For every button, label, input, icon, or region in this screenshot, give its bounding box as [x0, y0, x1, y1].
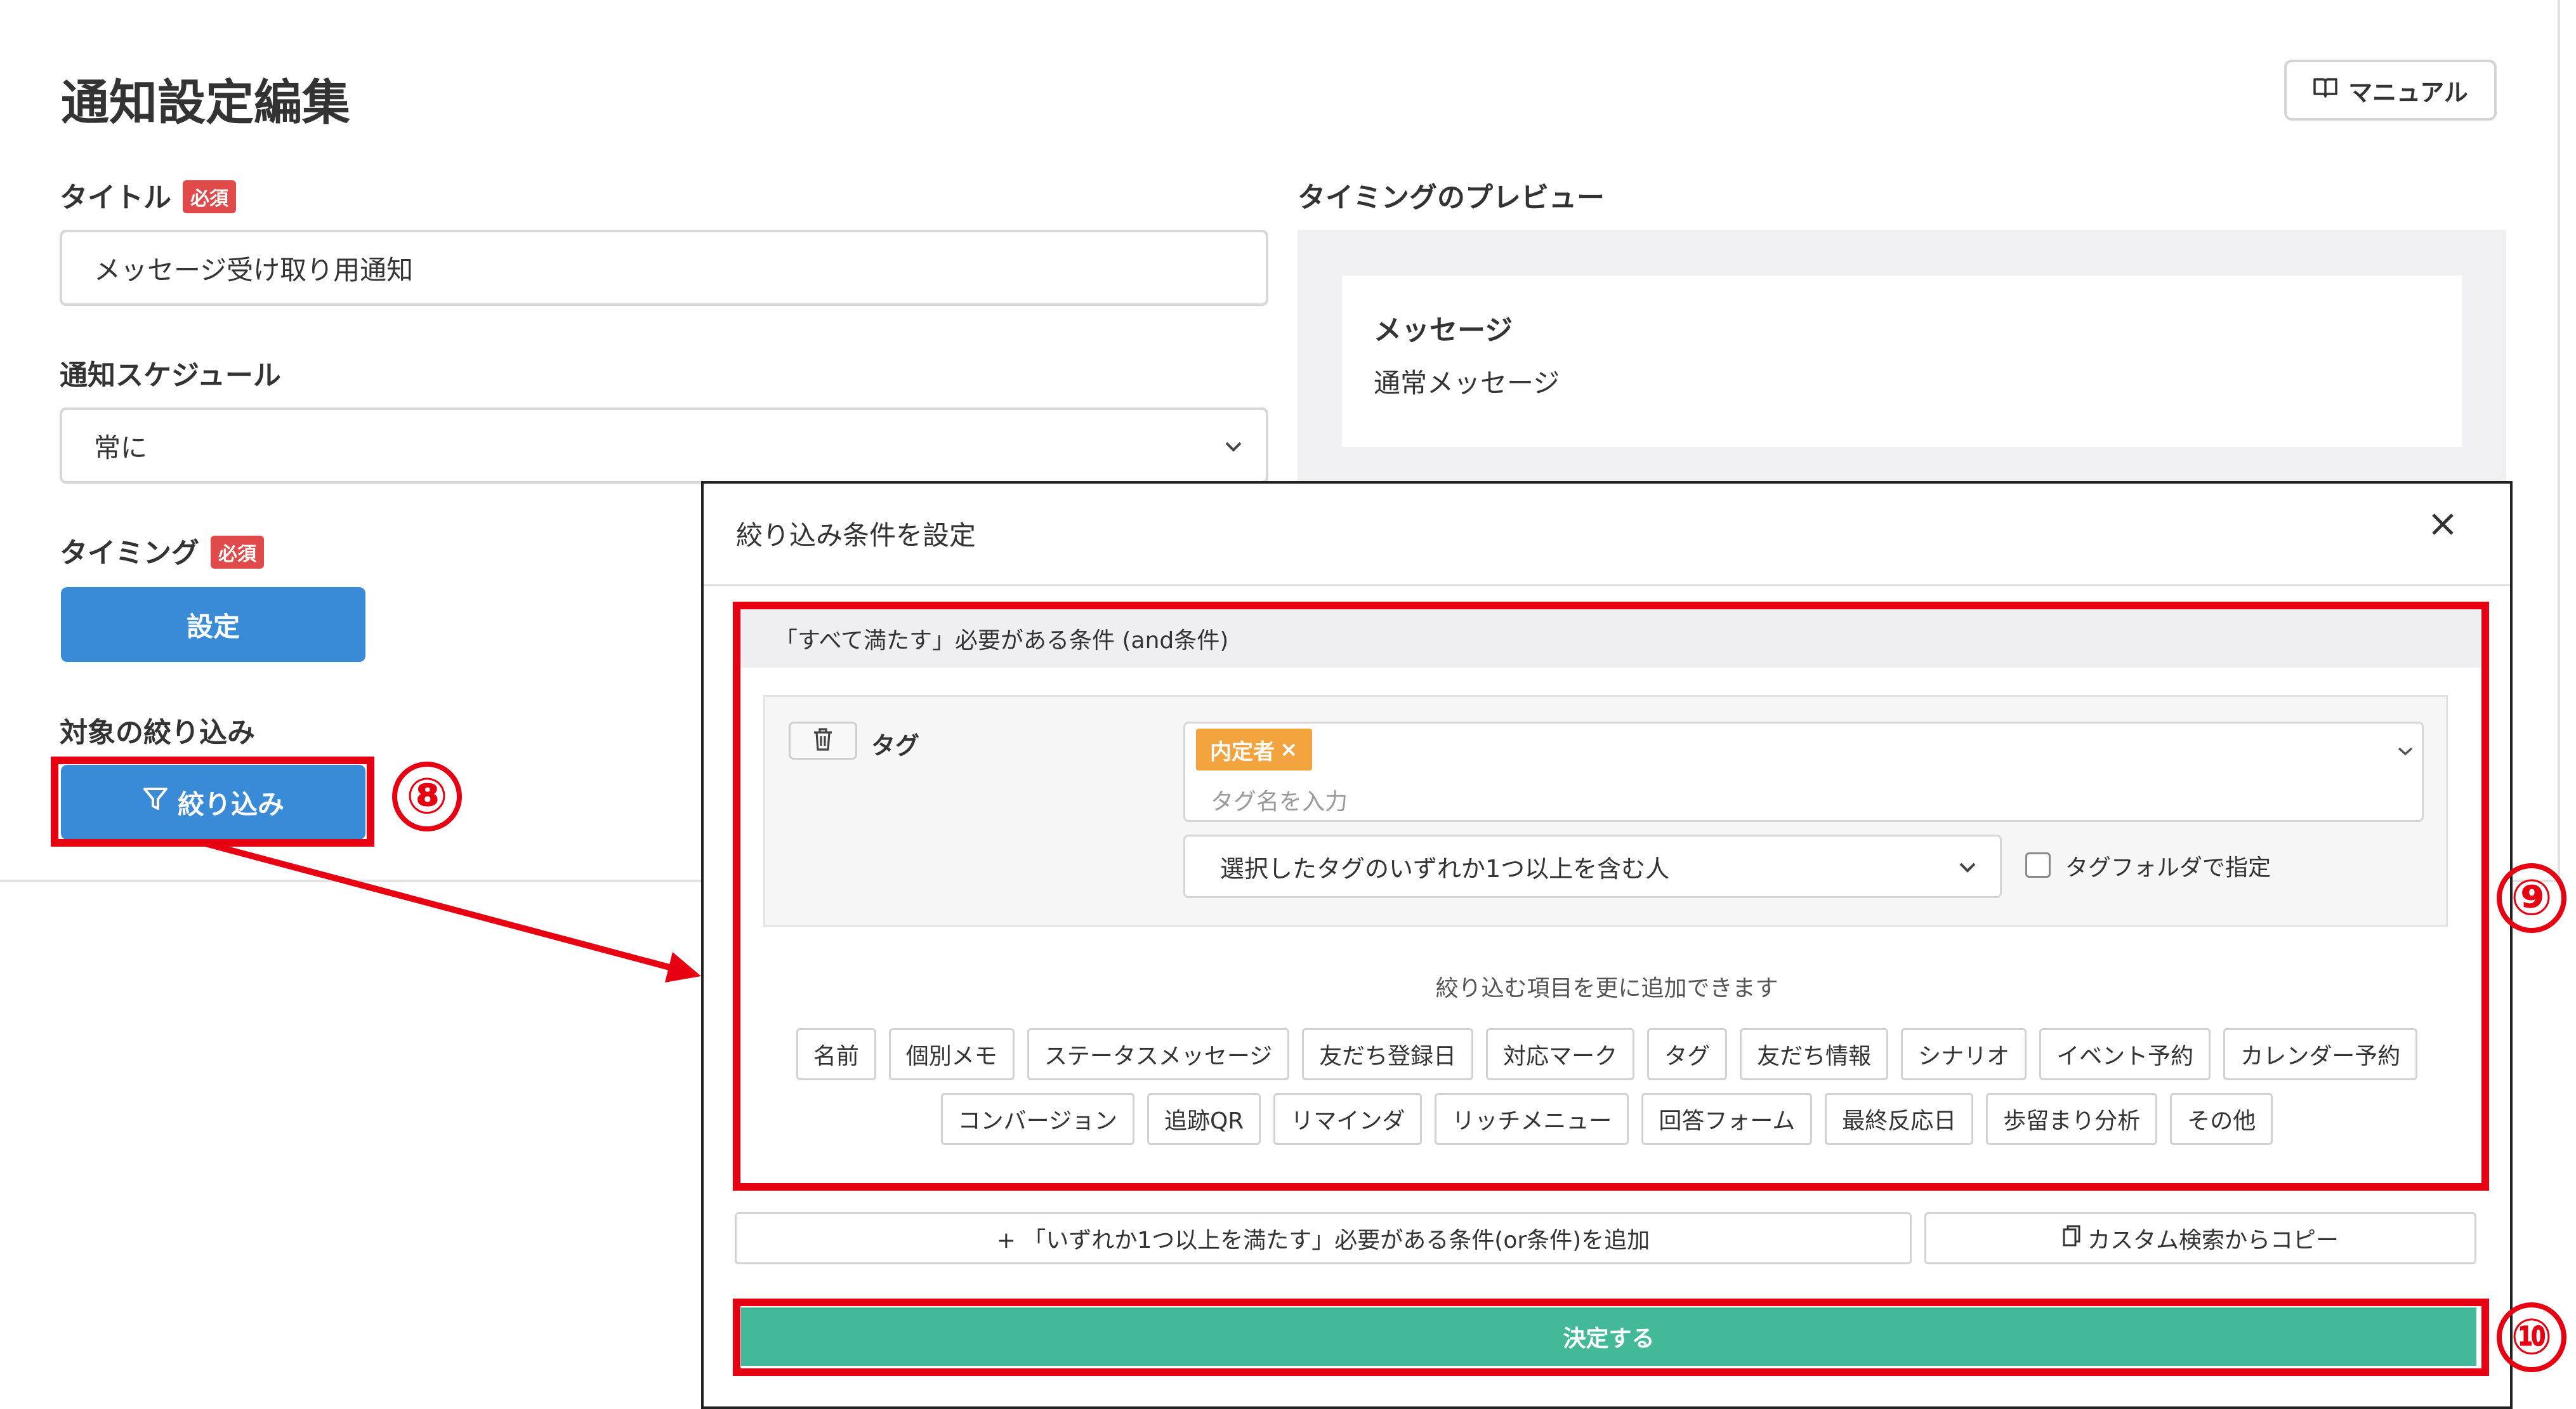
annotation-box-9 — [733, 602, 2489, 1191]
annotation-10: ⑩ — [2497, 1302, 2566, 1372]
copy-icon — [2062, 1224, 2081, 1253]
add-or-condition-button[interactable]: + 「いずれか1つ以上を満たす」必要がある条件(or条件)を追加 — [735, 1212, 1912, 1264]
annotation-box-10 — [733, 1299, 2489, 1376]
close-icon[interactable] — [2427, 508, 2459, 549]
modal-title: 絞り込み条件を設定 — [736, 520, 976, 551]
copy-from-custom-search-button[interactable]: カスタム検索からコピー — [1924, 1212, 2476, 1264]
copy-button-label: カスタム検索からコピー — [2087, 1227, 2339, 1254]
modal-header-divider — [704, 584, 2510, 586]
annotation-9: ⑨ — [2497, 863, 2566, 933]
